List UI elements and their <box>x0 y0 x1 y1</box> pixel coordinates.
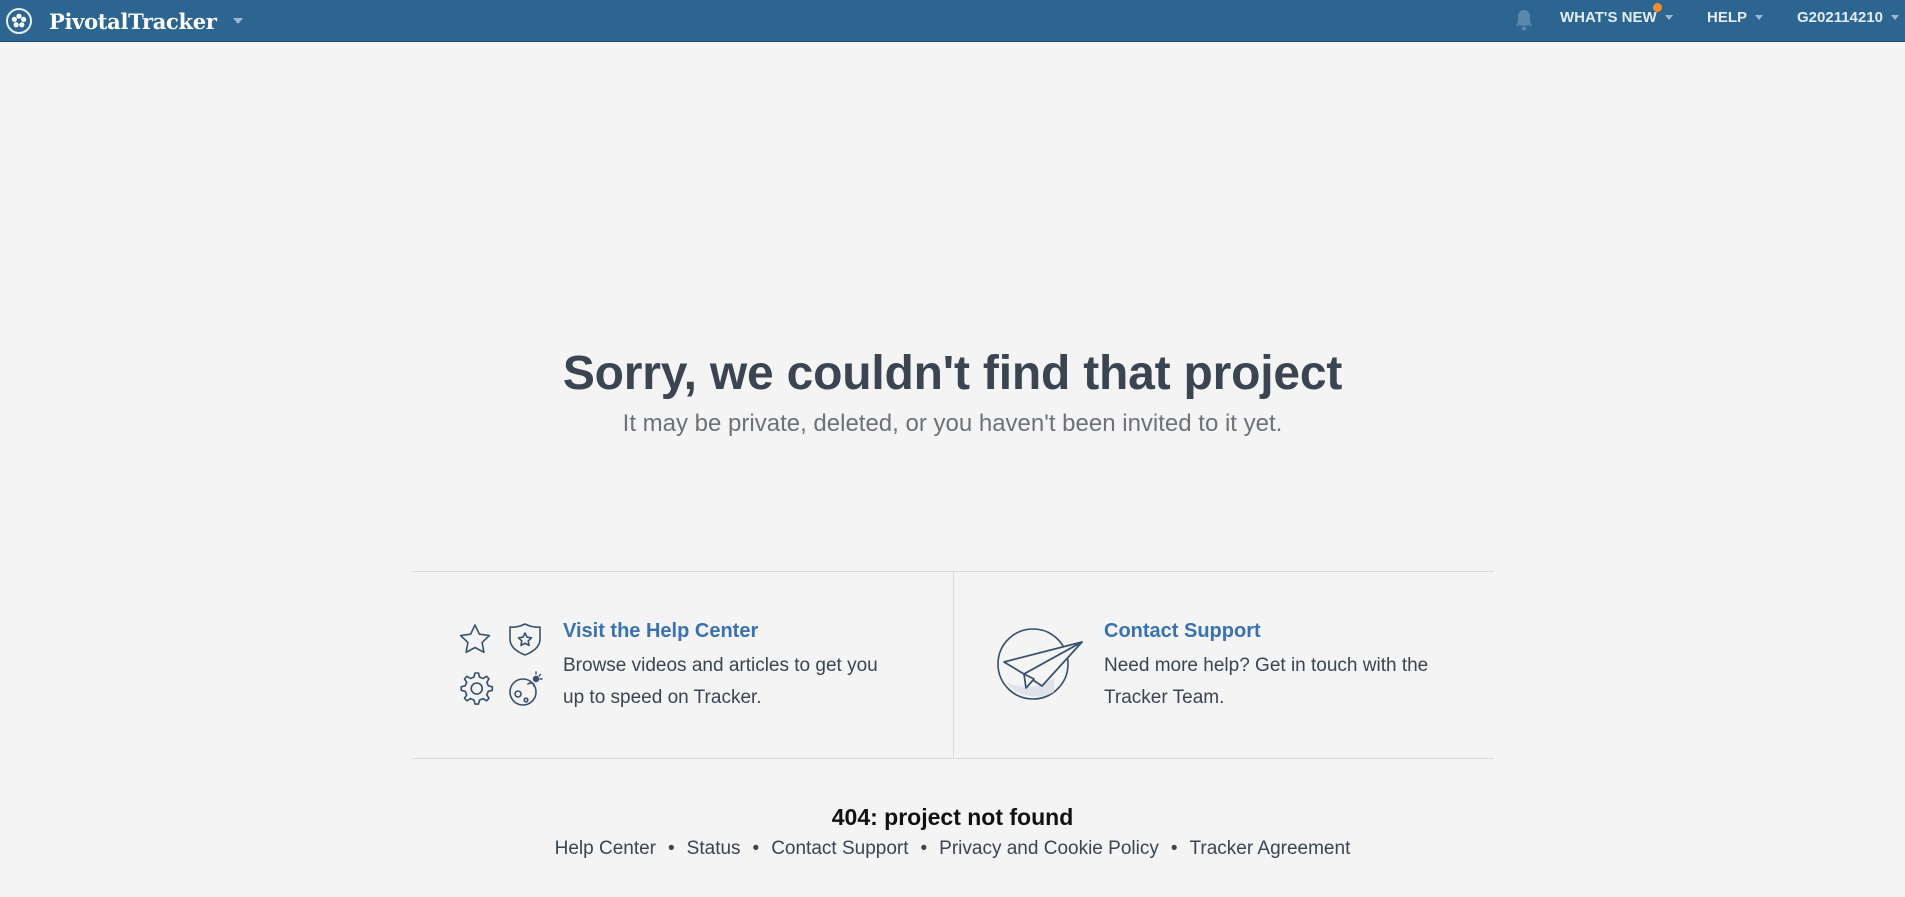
help-center-desc-line-1: Browse videos and articles to get you <box>563 655 878 676</box>
error-code-text: 404: project not found <box>831 804 1074 830</box>
chevron-down-icon[interactable] <box>1664 15 1673 20</box>
pivotal-logo-icon <box>6 8 32 34</box>
username-label[interactable]: G202114210 <box>1797 9 1883 26</box>
paper-plane-icon <box>996 626 1086 707</box>
footer-link-contact-support[interactable]: Contact Support <box>771 838 908 859</box>
brand-menu[interactable]: PivotalTracker <box>6 5 243 37</box>
contact-support-card: Contact Support Need more help? Get in t… <box>954 572 1494 758</box>
notifications-bell-icon[interactable] <box>1514 8 1534 37</box>
footer-link-help-center[interactable]: Help Center <box>555 838 656 859</box>
footer-separator: • <box>668 838 675 859</box>
help-center-card: Visit the Help Center Browse videos and … <box>412 572 953 758</box>
whats-new-label[interactable]: WHAT'S NEW <box>1560 9 1657 26</box>
footer-links: Help Center • Status • Contact Support • Priva… <box>0 838 1905 860</box>
footer-link-privacy-policy[interactable]: Privacy and Cookie Policy <box>939 838 1159 859</box>
help-center-desc-line-2: up to speed on Tracker. <box>563 687 762 708</box>
page-subtitle: It may be private, deleted, or you haven… <box>622 410 1283 437</box>
contact-support-desc-line-1: Need more help? Get in touch with the <box>1104 655 1429 676</box>
chevron-down-icon[interactable] <box>1890 15 1899 20</box>
notification-dot <box>1653 3 1662 12</box>
star-icon <box>459 624 491 654</box>
help-label[interactable]: HELP <box>1707 9 1747 26</box>
help-center-description: Browse videos and articles to get you up… <box>563 650 878 714</box>
page-title: Sorry, we couldn't find that project <box>562 347 1343 400</box>
help-center-icon-group <box>456 622 550 719</box>
planet-icon <box>509 678 537 706</box>
contact-support-link[interactable]: Contact Support <box>1104 620 1261 643</box>
footer-link-tracker-agreement[interactable]: Tracker Agreement <box>1189 838 1350 859</box>
shield-icon <box>509 623 541 656</box>
footer-separator: • <box>920 838 928 859</box>
contact-support-desc-line-2: Tracker Team. <box>1104 687 1225 708</box>
brand-name[interactable]: PivotalTracker <box>49 9 217 34</box>
top-nav-bar: PivotalTracker WHAT'S NEW HELP G20211421… <box>0 0 1905 42</box>
footer-link-status[interactable]: Status <box>687 838 741 859</box>
user-menu[interactable]: G202114210 <box>1797 9 1899 26</box>
help-cards: Visit the Help Center Browse videos and … <box>412 571 1494 759</box>
gear-icon <box>460 672 494 705</box>
contact-support-description: Need more help? Get in touch with the Tr… <box>1104 650 1428 714</box>
help-menu[interactable]: HELP <box>1707 9 1764 26</box>
chevron-down-icon[interactable] <box>232 18 243 24</box>
chevron-down-icon[interactable] <box>1755 15 1764 20</box>
visit-help-center-link[interactable]: Visit the Help Center <box>563 620 758 643</box>
footer-separator: • <box>1170 838 1178 859</box>
footer-separator: • <box>752 838 760 859</box>
